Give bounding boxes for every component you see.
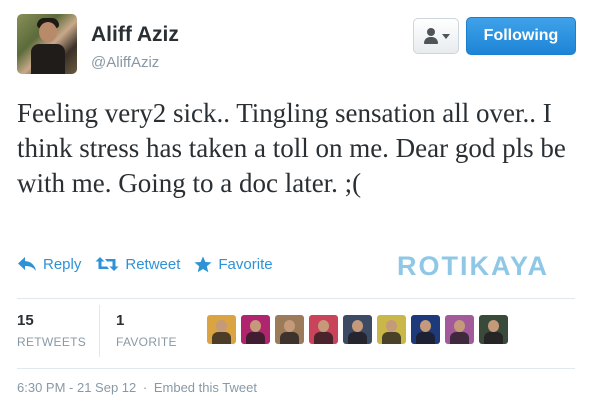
retweet-icon bbox=[95, 257, 119, 271]
retweeter-avatar[interactable] bbox=[207, 315, 236, 344]
retweeter-avatar[interactable] bbox=[309, 315, 338, 344]
avatar-body bbox=[280, 332, 299, 344]
avatar-body bbox=[212, 332, 231, 344]
favorites-label: FAVORITE bbox=[116, 335, 177, 349]
avatar-head bbox=[454, 320, 465, 332]
retweets-count: 15 bbox=[17, 312, 34, 329]
avatar-head bbox=[352, 320, 363, 332]
retweeter-avatar[interactable] bbox=[275, 315, 304, 344]
avatar-head bbox=[284, 320, 295, 332]
retweets-label: RETWEETS bbox=[17, 335, 87, 349]
watermark-logo: ROTIKAYA bbox=[397, 251, 550, 281]
embed-tweet-link[interactable]: Embed this Tweet bbox=[154, 380, 257, 395]
retweeter-avatar[interactable] bbox=[445, 315, 474, 344]
author-handle[interactable]: @AliffAziz bbox=[91, 54, 159, 71]
retweeter-avatar[interactable] bbox=[411, 315, 440, 344]
retweeter-avatar[interactable] bbox=[241, 315, 270, 344]
retweet-label: Retweet bbox=[125, 255, 181, 273]
avatar-head bbox=[250, 320, 261, 332]
avatar-head bbox=[39, 22, 57, 42]
user-menu-icon bbox=[423, 28, 439, 44]
meta-separator: · bbox=[142, 380, 148, 395]
author-name[interactable]: Aliff Aziz bbox=[91, 23, 179, 47]
tweet-text: Feeling very2 sick.. Tingling sensation … bbox=[17, 98, 566, 198]
avatar-body bbox=[484, 332, 503, 344]
avatar-body bbox=[450, 332, 469, 344]
retweets-stat[interactable]: 15 RETWEETS bbox=[17, 312, 86, 349]
retweet-button[interactable]: Retweet bbox=[95, 256, 180, 273]
avatar-body bbox=[382, 332, 401, 344]
avatar-body bbox=[314, 332, 333, 344]
avatar-head bbox=[318, 320, 329, 332]
avatar-head bbox=[420, 320, 431, 332]
tweet-actions: Reply Retweet Favorite bbox=[17, 252, 287, 276]
favorites-stat[interactable]: 1 FAVORITE bbox=[116, 312, 177, 349]
author-avatar[interactable] bbox=[17, 14, 77, 74]
user-actions-button[interactable] bbox=[413, 18, 459, 54]
avatar-head bbox=[488, 320, 499, 332]
avatar-body bbox=[246, 332, 265, 344]
retweeter-avatars bbox=[207, 315, 508, 344]
stat-divider bbox=[99, 305, 100, 357]
reply-button[interactable]: Reply bbox=[17, 256, 81, 273]
retweeter-avatar[interactable] bbox=[343, 315, 372, 344]
favorite-button[interactable]: Favorite bbox=[194, 255, 273, 273]
retweeter-avatar[interactable] bbox=[377, 315, 406, 344]
reply-icon bbox=[18, 257, 36, 271]
favorites-count: 1 bbox=[116, 312, 125, 329]
avatar-body bbox=[416, 332, 435, 344]
tweet-meta: 6:30 PM - 21 Sep 12 · Embed this Tweet bbox=[17, 380, 257, 395]
avatar-head bbox=[386, 320, 397, 332]
star-icon bbox=[194, 256, 212, 272]
retweeter-avatar[interactable] bbox=[479, 315, 508, 344]
avatar-body bbox=[348, 332, 367, 344]
timestamp[interactable]: 6:30 PM - 21 Sep 12 bbox=[17, 380, 136, 395]
following-button[interactable]: Following bbox=[466, 17, 576, 55]
avatar-torso bbox=[31, 44, 65, 74]
favorite-label: Favorite bbox=[218, 255, 273, 273]
divider bbox=[17, 368, 575, 369]
divider bbox=[17, 298, 575, 299]
caret-down-icon bbox=[441, 33, 450, 39]
avatar-head bbox=[216, 320, 227, 332]
reply-label: Reply bbox=[43, 255, 82, 273]
